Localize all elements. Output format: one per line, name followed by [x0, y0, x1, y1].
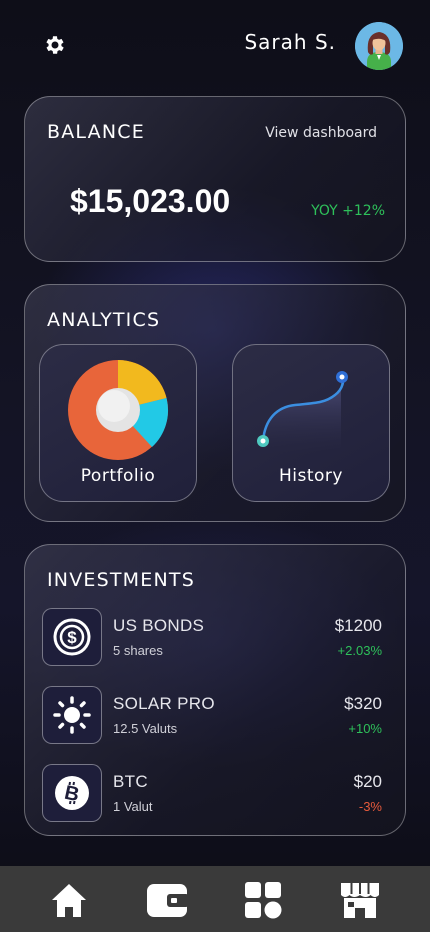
top-bar: Sarah S.	[0, 0, 430, 90]
user-name: Sarah S.	[244, 30, 336, 54]
view-dashboard-link[interactable]: View dashboard	[265, 125, 377, 141]
user-avatar-icon	[355, 22, 403, 70]
history-label: History	[279, 466, 343, 486]
donut-chart-icon	[68, 360, 169, 460]
balance-card: BALANCE View dashboard $15,023.00 YOY +1…	[24, 96, 406, 262]
investment-name: BTC	[113, 772, 148, 791]
dollar-coin-icon: $	[42, 608, 102, 666]
investment-row-btc[interactable]: B BTC 1 Valut $20 -3%	[42, 764, 382, 824]
yoy-change: YOY +12%	[311, 203, 385, 219]
investment-change: +2.03%	[337, 643, 382, 658]
svg-text:$: $	[67, 628, 77, 647]
sun-icon	[42, 686, 102, 744]
bottom-nav	[0, 866, 430, 932]
balance-amount: $15,023.00	[70, 183, 231, 219]
investment-quantity: 5 shares	[113, 643, 163, 658]
bitcoin-icon: B	[42, 764, 102, 822]
apps-icon	[245, 882, 282, 919]
investment-quantity: 12.5 Valuts	[113, 721, 178, 736]
investment-name: US BONDS	[113, 616, 205, 635]
avatar[interactable]	[355, 22, 403, 70]
portfolio-tile[interactable]: Portfolio	[39, 344, 197, 502]
nav-apps[interactable]	[241, 879, 285, 921]
nav-wallet[interactable]	[145, 879, 189, 921]
portfolio-label: Portfolio	[80, 466, 156, 486]
line-chart-icon	[257, 371, 348, 454]
wallet-icon	[147, 884, 189, 917]
investment-quantity: 1 Valut	[113, 799, 153, 814]
investment-price: $1200	[334, 616, 382, 635]
investment-name: SOLAR PRO	[113, 694, 215, 713]
investments-card: INVESTMENTS $ US BONDS 5 shares $1200 +2…	[24, 544, 406, 836]
investment-price: $20	[353, 772, 382, 791]
investment-price: $320	[344, 694, 382, 713]
investment-change: +10%	[348, 721, 382, 736]
investment-row-solar-pro[interactable]: SOLAR PRO 12.5 Valuts $320 +10%	[42, 686, 382, 746]
balance-title: BALANCE	[47, 121, 145, 143]
investments-title: INVESTMENTS	[47, 569, 195, 591]
nav-store[interactable]	[338, 879, 382, 921]
store-icon	[341, 883, 379, 918]
history-tile[interactable]: History	[232, 344, 390, 502]
analytics-title: ANALYTICS	[47, 309, 161, 331]
investment-row-us-bonds[interactable]: $ US BONDS 5 shares $1200 +2.03%	[42, 608, 382, 668]
analytics-card: ANALYTICS Portfolio History	[24, 284, 406, 522]
home-icon	[52, 884, 86, 917]
gear-icon[interactable]	[43, 33, 67, 57]
investment-change: -3%	[358, 799, 382, 814]
nav-home[interactable]	[47, 879, 91, 921]
